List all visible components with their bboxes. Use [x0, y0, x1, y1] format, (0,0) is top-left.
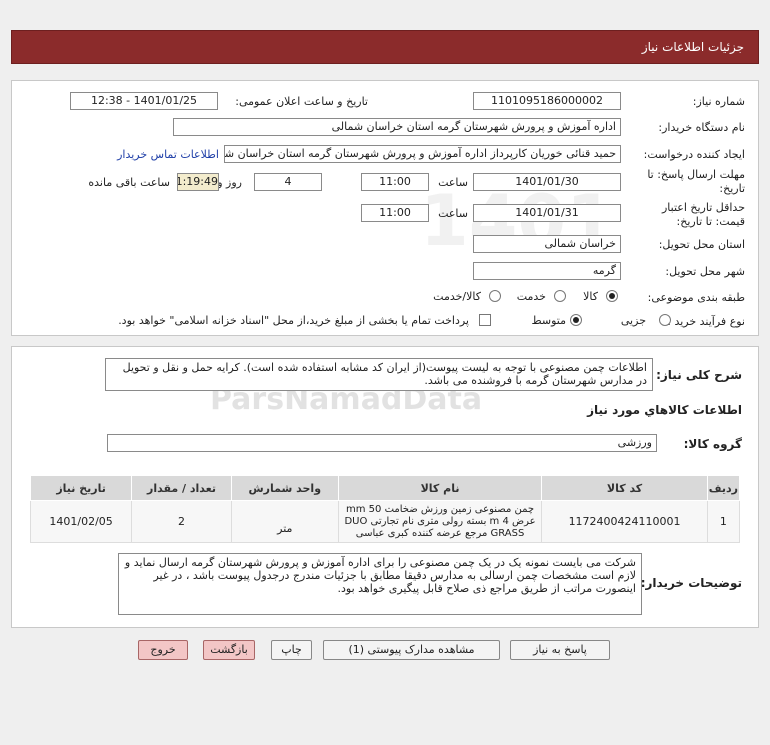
remaining-time-field: 21:19:49 — [177, 173, 219, 191]
reply-date-field: 1401/01/30 — [473, 173, 621, 191]
goods-group-label: گروه کالا: — [683, 437, 742, 451]
goods-group-field: ورزشی — [107, 434, 657, 452]
print-button[interactable]: چاپ — [271, 640, 312, 660]
reply-time-field: 11:00 — [361, 173, 429, 191]
category-label: طبقه بندی موضوعی: — [647, 291, 745, 304]
cell-date: 1401/02/05 — [29, 500, 133, 543]
validity-label-2: قیمت: تا تاریخ: — [676, 215, 745, 228]
header-qty: تعداد / مقدار — [131, 475, 232, 501]
days-label: روز و — [217, 176, 242, 189]
category-radio-goods-service[interactable] — [489, 290, 501, 302]
treasury-note: پرداخت تمام یا بخشی از مبلغ خرید،از محل … — [118, 314, 469, 327]
category-option-goods: کالا — [583, 290, 598, 303]
exit-button[interactable]: خروج — [138, 640, 188, 660]
province-label: استان محل تحویل: — [658, 238, 745, 251]
reply-time-label: ساعت — [438, 176, 468, 189]
page-title-bar: جزئیات اطلاعات نیاز — [11, 30, 759, 64]
cell-unit: متر — [230, 500, 339, 543]
announce-label: تاریخ و ساعت اعلان عمومی: — [235, 95, 368, 108]
reply-button[interactable]: پاسخ به نیاز — [510, 640, 610, 660]
table-row: 1401/02/05 2 متر چمن مصنوعی زمین ورزش ضخ… — [29, 500, 741, 543]
goods-table-header: تاریخ نیاز تعداد / مقدار واحد شمارش نام … — [29, 475, 741, 501]
cell-code: 1172400424110001 — [541, 500, 708, 543]
buyer-notes-text: شرکت می بایست نمونه یک در یک چمن مصنوعی … — [118, 553, 642, 615]
validity-time-label: ساعت — [438, 207, 468, 220]
cell-row: 1 — [706, 500, 741, 543]
reply-deadline-label-2: تاریخ: — [719, 182, 745, 195]
creator-field: حمید قنائی خوریان کارپرداز اداره آموزش و… — [224, 145, 621, 163]
buyer-org-field: اداره آموزش و پرورش شهرستان گرمه استان خ… — [173, 118, 621, 136]
summary-label: شرح کلی نیاز: — [656, 368, 742, 382]
attachments-button[interactable]: مشاهده مدارک پیوستی (1) — [323, 640, 500, 660]
purchase-radio-medium[interactable] — [570, 314, 582, 326]
treasury-checkbox[interactable] — [479, 314, 491, 326]
category-option-goods-service: کالا/خدمت — [433, 290, 481, 303]
purchase-type-label: نوع فرآیند خرید : — [667, 315, 745, 328]
header-row: ردیف — [706, 475, 741, 501]
remaining-label: ساعت باقی مانده — [88, 176, 170, 189]
goods-info-title: اطلاعات کالاهاي مورد نياز — [587, 403, 742, 417]
summary-text: اطلاعات چمن مصنوعی با توجه به لیست پیوست… — [105, 358, 653, 391]
validity-label: حداقل تاریخ اعتبار — [661, 201, 745, 214]
category-radio-service[interactable] — [554, 290, 566, 302]
category-option-service: خدمت — [516, 290, 546, 303]
buyer-contact-link[interactable]: اطلاعات تماس خریدار — [117, 148, 219, 161]
need-number-field: 1101095186000002 — [473, 92, 621, 110]
city-label: شهر محل تحویل: — [665, 265, 745, 278]
validity-date-field: 1401/01/31 — [473, 204, 621, 222]
page-title: جزئیات اطلاعات نیاز — [641, 40, 744, 54]
cell-qty: 2 — [131, 500, 232, 543]
header-code: کد کالا — [541, 475, 708, 501]
buyer-org-label: نام دستگاه خریدار: — [658, 121, 745, 134]
goods-table: تاریخ نیاز تعداد / مقدار واحد شمارش نام … — [29, 475, 741, 543]
category-radio-goods[interactable] — [606, 290, 618, 302]
header-date: تاریخ نیاز — [29, 475, 133, 501]
creator-label: ایجاد کننده درخواست: — [643, 148, 745, 161]
header-unit: واحد شمارش — [230, 475, 339, 501]
days-field: 4 — [254, 173, 322, 191]
purchase-option-minor: جزیی — [620, 314, 646, 327]
purchase-option-medium: متوسط — [531, 314, 566, 327]
back-button[interactable]: بازگشت — [203, 640, 255, 660]
purchase-radio-minor[interactable] — [659, 314, 671, 326]
buyer-notes-label: توضیحات خریدار: — [640, 576, 742, 590]
province-field: خراسان شمالی — [473, 235, 621, 253]
validity-time-field: 11:00 — [361, 204, 429, 222]
need-number-label: شماره نیاز: — [692, 95, 745, 108]
header-name: نام کالا — [337, 475, 543, 501]
city-field: گرمه — [473, 262, 621, 280]
cell-name: چمن مصنوعی زمین ورزش ضخامت mm 50 عرض m 4… — [337, 500, 543, 543]
reply-deadline-label: مهلت ارسال پاسخ: تا — [647, 168, 745, 181]
announce-field: 1401/01/25 - 12:38 — [70, 92, 218, 110]
